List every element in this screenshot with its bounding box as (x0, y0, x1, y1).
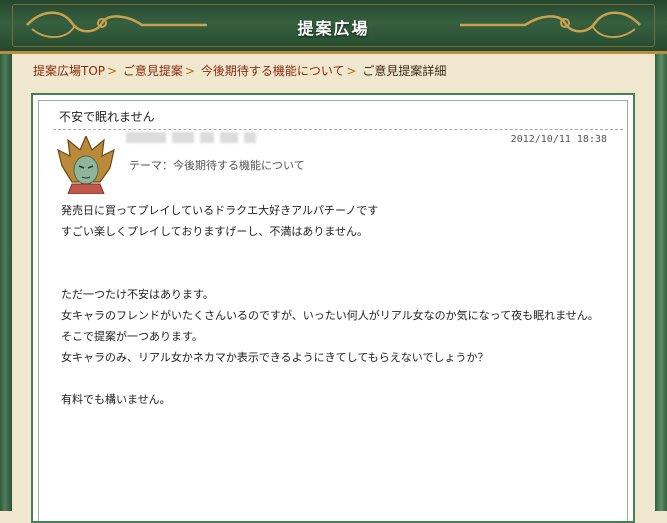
author-name-redacted (126, 132, 256, 143)
post-body-line: 有料でも構いません。 (61, 393, 171, 406)
page-title: 提案広場 (297, 19, 370, 38)
breadcrumb-current: ご意見提案詳細 (362, 64, 447, 78)
title-divider (53, 129, 623, 130)
post-body-line (61, 263, 621, 284)
post-body-line (61, 242, 621, 263)
breadcrumb-theme-link[interactable]: 今後期待する機能について (201, 64, 345, 78)
breadcrumb-proposals-link[interactable]: ご意見提案 (123, 64, 183, 78)
avatar[interactable] (56, 136, 116, 194)
post-body-line: 女キャラのみ、リアル女かネカマか表示できるようにきてしてもらえないでしょうか？ (61, 351, 489, 364)
post-body-line (61, 368, 621, 389)
header-bar: 提案広場 (0, 0, 667, 54)
breadcrumb-separator: > (107, 64, 118, 78)
post-theme: テーマ：今後期待する機能について (129, 159, 305, 172)
frame-left (0, 0, 12, 511)
breadcrumb-separator: > (184, 64, 195, 78)
post-body-line: ただ一つたけ不安はあります。 (61, 288, 214, 301)
post-date: 2012/10/11 18:38 (510, 134, 607, 145)
post-title: 不安で眠れません (59, 110, 155, 124)
post-card: 不安で眠れません 2012/10/11 18:38 テーマ：今後期待する機能につ… (31, 93, 635, 523)
post-body-line: そこで提案が一つあります。 (61, 330, 203, 343)
post-body-line: すごい楽しくプレイしておりますげーし、不満はありません。 (61, 225, 369, 238)
breadcrumb-top-link[interactable]: 提案広場TOP (33, 64, 105, 78)
post-body-line: 発売日に買ってプレイしているドラクエ大好きアルパチーノです (61, 204, 379, 217)
post-body-line: 女キャラのフレンドがいたくさんいるのですが、いったい何人がリアル女なのか気になっ… (61, 309, 599, 322)
post-body: 発売日に買ってプレイしているドラクエ大好きアルパチーノです すごい楽しくプレイし… (61, 200, 621, 410)
breadcrumb-separator: > (346, 64, 357, 78)
breadcrumb: 提案広場TOP > ご意見提案 > 今後期待する機能について > ご意見提案詳細 (33, 62, 446, 79)
frame-right (655, 54, 667, 511)
